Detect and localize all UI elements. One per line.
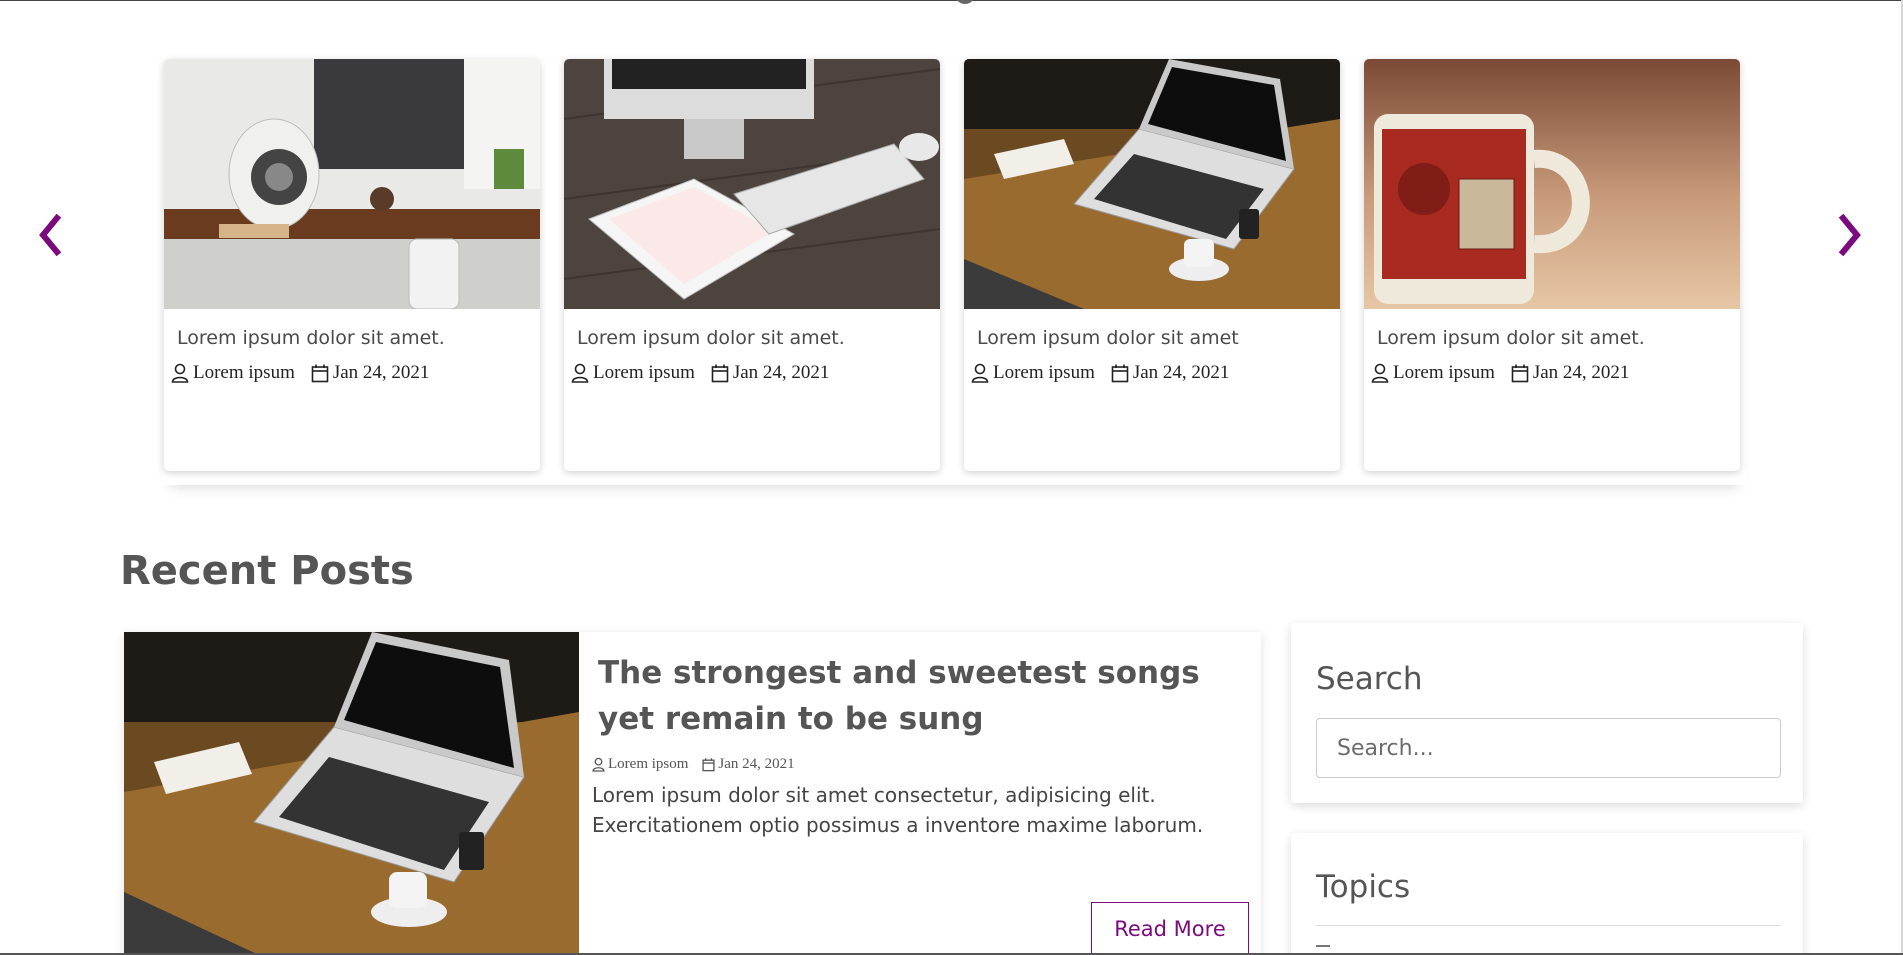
topics-list-item[interactable]	[1316, 945, 1330, 953]
user-icon	[1371, 363, 1389, 383]
carousel-card[interactable]: Lorem ipsum dolor sit amet. Lorem ipsum …	[1364, 59, 1740, 471]
card-date: Jan 24, 2021	[332, 362, 430, 383]
card-author[interactable]: Lorem ipsum	[593, 362, 695, 384]
user-icon	[971, 363, 989, 383]
recent-posts-heading: Recent Posts	[120, 548, 414, 594]
post-title[interactable]: The strongest and sweetest songs yet rem…	[598, 650, 1218, 742]
card-image[interactable]	[164, 59, 540, 309]
card-meta: Lorem ipsum Jan 24, 2021	[971, 362, 1229, 384]
calendar-icon	[1511, 364, 1529, 383]
read-more-button[interactable]: Read More	[1091, 902, 1249, 955]
carousel-card[interactable]: Lorem ipsum dolor sit amet Lorem ipsum J…	[964, 59, 1340, 471]
card-title[interactable]: Lorem ipsum dolor sit amet	[977, 327, 1239, 349]
featured-carousel: Lorem ipsum dolor sit amet. Lorem ipsum …	[0, 0, 1903, 500]
user-icon	[571, 363, 589, 383]
post-author[interactable]: Lorem ipsom	[608, 756, 688, 773]
post-meta: Lorem ipsom Jan 24, 2021	[592, 756, 795, 773]
card-date: Jan 24, 2021	[1532, 362, 1630, 383]
topics-divider	[1316, 925, 1781, 926]
carousel-card[interactable]: Lorem ipsum dolor sit amet. Lorem ipsum …	[564, 59, 940, 471]
post-image[interactable]	[124, 632, 579, 955]
card-author[interactable]: Lorem ipsum	[193, 362, 295, 384]
card-title[interactable]: Lorem ipsum dolor sit amet.	[177, 327, 445, 349]
card-title[interactable]: Lorem ipsum dolor sit amet.	[577, 327, 845, 349]
card-date: Jan 24, 2021	[1132, 362, 1230, 383]
card-meta: Lorem ipsum Jan 24, 2021	[571, 362, 829, 384]
chevron-left-icon	[39, 213, 62, 257]
topics-heading: Topics	[1316, 869, 1411, 905]
calendar-icon	[711, 364, 729, 383]
carousel-prev-button[interactable]	[30, 210, 70, 260]
card-author[interactable]: Lorem ipsum	[993, 362, 1095, 384]
user-icon	[171, 363, 189, 383]
carousel-track: Lorem ipsum dolor sit amet. Lorem ipsum …	[162, 59, 1746, 485]
carousel-next-button[interactable]	[1830, 210, 1870, 260]
topics-widget: Topics	[1291, 833, 1803, 955]
card-image[interactable]	[964, 59, 1340, 309]
card-author[interactable]: Lorem ipsum	[1393, 362, 1495, 384]
chevron-right-icon	[1838, 213, 1861, 257]
search-input[interactable]	[1316, 718, 1781, 778]
card-image[interactable]	[1364, 59, 1740, 309]
user-icon	[592, 757, 605, 772]
calendar-icon	[702, 758, 715, 772]
calendar-icon	[1111, 364, 1129, 383]
card-image[interactable]	[564, 59, 940, 309]
card-meta: Lorem ipsum Jan 24, 2021	[171, 362, 429, 384]
post-excerpt: Lorem ipsum dolor sit amet consectetur, …	[592, 783, 1204, 837]
calendar-icon	[311, 364, 329, 383]
card-meta: Lorem ipsum Jan 24, 2021	[1371, 362, 1629, 384]
recent-post-card: The strongest and sweetest songs yet rem…	[124, 632, 1261, 955]
search-widget: Search	[1291, 623, 1803, 803]
post-date: Jan 24, 2021	[718, 756, 795, 772]
search-heading: Search	[1316, 661, 1423, 697]
card-title[interactable]: Lorem ipsum dolor sit amet.	[1377, 327, 1645, 349]
carousel-card[interactable]: Lorem ipsum dolor sit amet. Lorem ipsum …	[164, 59, 540, 471]
card-date: Jan 24, 2021	[732, 362, 830, 383]
